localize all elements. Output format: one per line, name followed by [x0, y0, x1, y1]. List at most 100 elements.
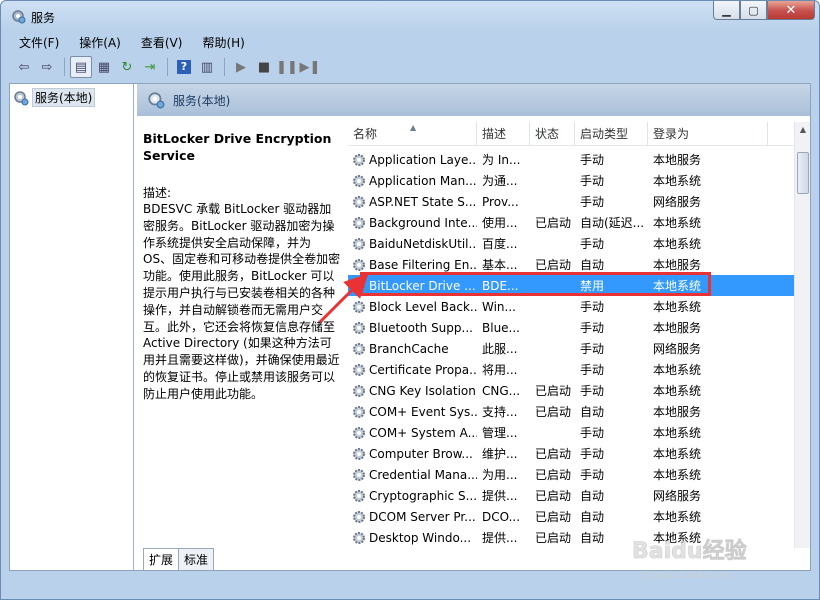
cell-desc: 基本... — [482, 258, 518, 272]
table-row[interactable]: BaiduNetdiskUtil... 百度... 手动 本地系统 — [348, 233, 794, 254]
service-name: ASP.NET State S... — [369, 194, 477, 209]
cell-desc: DCO... — [482, 509, 521, 524]
service-name: BranchCache — [369, 341, 449, 356]
cell-logon: 本地系统 — [653, 174, 702, 188]
cell-desc: 百度... — [482, 237, 518, 251]
table-row[interactable]: Application Man... 为通... 手动 本地系统 — [348, 170, 794, 191]
service-gear-icon — [353, 489, 365, 502]
cell-desc: 使用... — [482, 216, 518, 230]
table-row[interactable]: CNG Key Isolation CNG... 已启动 手动 本地系统 — [348, 380, 794, 401]
pause-icon: ❚❚ — [276, 59, 298, 75]
service-name: BitLocker Drive ... — [369, 278, 476, 293]
service-title: BitLocker Drive Encryption Service — [143, 131, 332, 163]
menu-view[interactable]: 查看(V) — [131, 34, 193, 51]
maximize-button[interactable]: ▢ — [740, 1, 767, 20]
menu-help[interactable]: 帮助(H) — [192, 34, 254, 51]
minimize-button[interactable]: ▁ — [713, 1, 740, 20]
cell-start: 手动 — [580, 363, 605, 377]
service-gear-icon — [353, 342, 365, 355]
description-text: BDESVC 承载 BitLocker 驱动器加密服务。BitLocker 驱动… — [143, 202, 341, 401]
table-row[interactable]: BranchCache 此服... 手动 网络服务 — [348, 338, 794, 359]
cell-logon: 网络服务 — [653, 342, 702, 356]
cell-desc: 将用... — [482, 363, 518, 377]
table-row[interactable]: Application Laye... 为 In... 手动 本地服务 — [348, 149, 794, 170]
restart-service-button[interactable]: ▶❚ — [299, 56, 321, 78]
table-row[interactable]: COM+ System A... 管理... 手动 本地系统 — [348, 422, 794, 443]
table-row[interactable]: Computer Brow... 维护... 已启动 手动 本地系统 — [348, 443, 794, 464]
refresh-button[interactable]: ↻ — [116, 56, 138, 78]
column-header-status[interactable]: 状态 — [530, 122, 575, 145]
column-header-log-on-as[interactable]: 登录为 — [648, 122, 768, 145]
scroll-up-icon[interactable]: ▲ — [795, 122, 810, 138]
table-row[interactable]: Desktop Windo... 提供... 已启动 自动 本地系统 — [348, 527, 794, 548]
cell-logon: 本地系统 — [653, 384, 702, 398]
cell-logon: 本地系统 — [653, 531, 702, 545]
cell-logon: 本地系统 — [653, 300, 702, 314]
vertical-scrollbar[interactable]: ▲ — [794, 122, 810, 548]
close-icon: ✕ — [785, 2, 797, 18]
table-row[interactable]: Base Filtering En... 基本... 已启动 自动 本地服务 — [348, 254, 794, 275]
cell-name: Certificate Propa... — [348, 363, 477, 377]
console-tree-icon: ▤ — [74, 59, 88, 75]
service-gear-icon — [353, 279, 365, 292]
table-row[interactable]: Cryptographic S... 提供... 已启动 自动 网络服务 — [348, 485, 794, 506]
tab-standard[interactable]: 标准 — [178, 548, 215, 570]
cell-name: Application Man... — [348, 174, 477, 188]
service-name: Base Filtering En... — [369, 257, 477, 272]
cell-status: 已启动 — [535, 216, 572, 230]
table-row-selected[interactable]: BitLocker Drive ... BDE... 禁用 本地系统 — [348, 275, 794, 296]
cell-logon: 本地系统 — [653, 447, 702, 461]
table-row[interactable]: DCOM Server Pr... DCO... 已启动 自动 本地系统 — [348, 506, 794, 527]
pause-service-button[interactable]: ❚❚ — [276, 56, 298, 78]
view-tabs: 扩展 标准 — [137, 548, 810, 570]
stop-service-button[interactable]: ■ — [253, 56, 275, 78]
menu-action[interactable]: 操作(A) — [69, 34, 131, 51]
table-row[interactable]: Background Inte... 使用... 已启动 自动(延迟... 本地系统 — [348, 212, 794, 233]
action-pane-button[interactable]: ▥ — [196, 56, 218, 78]
export-list-button[interactable]: ⇥ — [139, 56, 161, 78]
column-label: 状态 — [535, 127, 560, 141]
column-header-startup-type[interactable]: 启动类型 — [575, 122, 648, 145]
table-row[interactable]: Bluetooth Supp... Blue... 手动 本地服务 — [348, 317, 794, 338]
show-console-tree-button[interactable]: ▤ — [70, 56, 92, 78]
cell-desc: 为 In... — [482, 153, 521, 167]
cell-name: Desktop Windo... — [348, 531, 477, 545]
cell-desc: 为用... — [482, 468, 518, 482]
close-button[interactable]: ✕ — [767, 1, 815, 20]
table-row[interactable]: Credential Mana... 为用... 已启动 手动 本地系统 — [348, 464, 794, 485]
service-name: DCOM Server Pr... — [369, 509, 476, 524]
service-gear-icon — [353, 195, 365, 208]
column-label: 描述 — [482, 127, 507, 141]
table-row[interactable]: ASP.NET State S... Prov... 手动 网络服务 — [348, 191, 794, 212]
services-gear-icon — [12, 10, 26, 24]
cell-desc: 提供... — [482, 531, 518, 545]
cell-status: 已启动 — [535, 489, 572, 503]
menu-file[interactable]: 文件(F) — [9, 34, 69, 51]
column-header-name[interactable]: 名称 ▲ — [348, 122, 477, 145]
scroll-thumb[interactable] — [797, 152, 809, 194]
cell-logon: 网络服务 — [653, 195, 702, 209]
properties-icon: ▦ — [97, 59, 111, 75]
properties-button[interactable]: ▦ — [93, 56, 115, 78]
help-button[interactable]: ? — [173, 56, 195, 78]
cell-logon: 本地系统 — [653, 510, 702, 524]
service-gear-icon — [353, 384, 365, 397]
cell-logon: 本地系统 — [653, 216, 702, 230]
services-window: 服务 ▁ ▢ ✕ 文件(F) 操作(A) 查看(V) 帮助(H) ⇦ ⇨ ▤ ▦… — [0, 0, 820, 600]
cell-name: Block Level Back... — [348, 300, 477, 314]
table-row[interactable]: Block Level Back... Win... 手动 本地系统 — [348, 296, 794, 317]
cell-desc: 维护... — [482, 447, 518, 461]
tree-item-services-local[interactable]: 服务(本地) — [13, 88, 96, 107]
table-row[interactable]: Certificate Propa... 将用... 手动 本地系统 — [348, 359, 794, 380]
start-service-button[interactable]: ▶ — [230, 56, 252, 78]
back-button[interactable]: ⇦ — [13, 56, 35, 78]
column-header-description[interactable]: 描述 — [477, 122, 530, 145]
table-row[interactable]: COM+ Event Sys... 支持... 已启动 自动 本地服务 — [348, 401, 794, 422]
service-gear-icon — [353, 363, 365, 376]
forward-button[interactable]: ⇨ — [36, 56, 58, 78]
column-label: 启动类型 — [580, 127, 629, 141]
service-name: Computer Brow... — [369, 446, 473, 461]
cell-start: 手动 — [580, 237, 605, 251]
service-name: Desktop Windo... — [369, 530, 472, 545]
tab-extended[interactable]: 扩展 — [143, 548, 180, 570]
